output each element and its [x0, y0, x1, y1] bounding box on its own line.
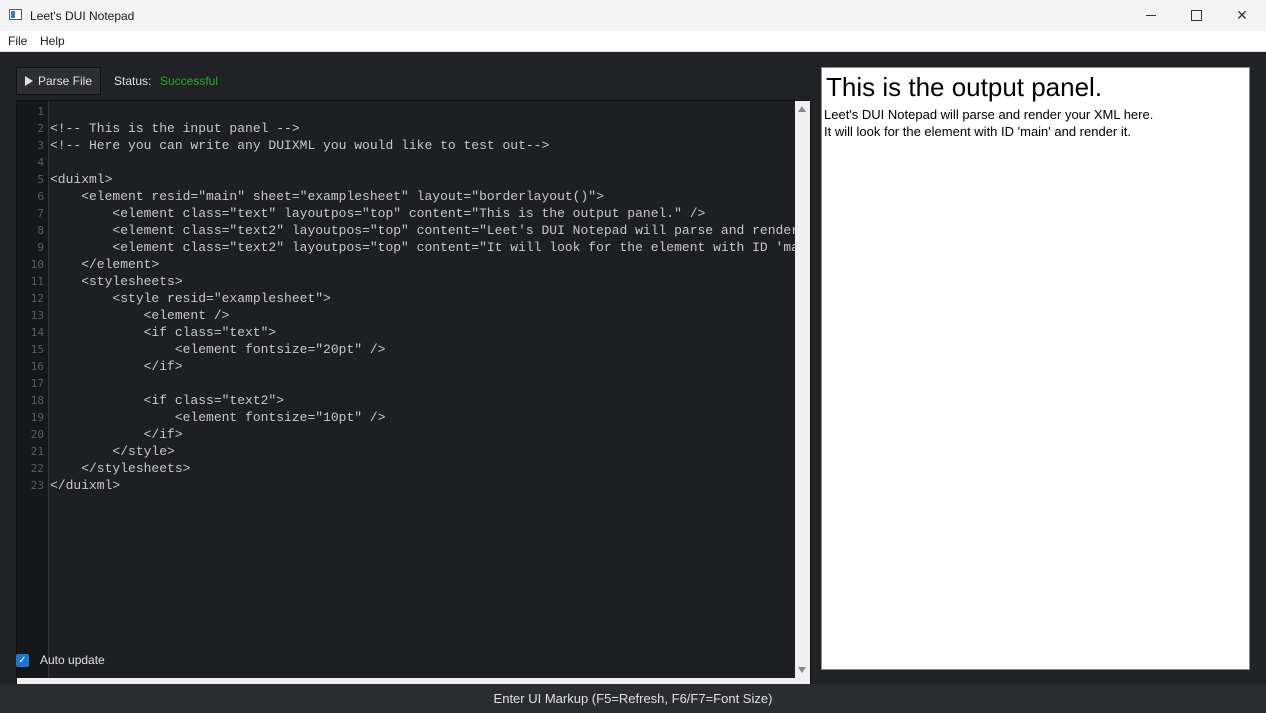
code-line: <element fontsize="10pt" /> — [50, 410, 386, 425]
code-line: </duixml> — [50, 478, 121, 493]
minimize-button[interactable] — [1128, 0, 1174, 31]
maximize-icon — [1190, 10, 1202, 21]
input-editor[interactable]: 1 2 3 4 5 6 7 8 9 10 11 12 13 14 15 16 17 18 19 20 21 22 23 <!… — [16, 100, 811, 693]
status-label: Status: — [114, 74, 152, 88]
code-line: <if class="text"> — [50, 325, 277, 340]
parse-file-button[interactable]: Parse File — [16, 67, 101, 95]
line-number: 7 — [37, 207, 44, 220]
scroll-down-icon[interactable] — [798, 667, 806, 673]
code-line: </style> — [50, 444, 175, 459]
code-line: </if> — [50, 427, 183, 442]
scroll-up-icon[interactable] — [798, 106, 806, 112]
code-line: <!-- Here you can write any DUIXML you w… — [50, 138, 550, 153]
output-panel: This is the output panel. Leet's DUI Not… — [821, 67, 1250, 670]
code-line: <element class="text" layoutpos="top" co… — [50, 206, 706, 221]
line-number: 22 — [30, 462, 44, 475]
status-value: Successful — [160, 74, 219, 88]
line-number: 9 — [37, 241, 44, 254]
line-number: 5 — [37, 173, 44, 186]
parse-file-label: Parse File — [38, 74, 93, 88]
close-button[interactable]: ✕ — [1219, 0, 1265, 31]
line-number-gutter: 1 2 3 4 5 6 7 8 9 10 11 12 13 14 15 16 17 18 19 20 21 22 23 — [17, 101, 49, 678]
line-number: 4 — [37, 156, 44, 169]
code-line: <element class="text2" layoutpos="top" c… — [112, 223, 795, 238]
maximize-button[interactable] — [1173, 0, 1219, 31]
vertical-scrollbar[interactable] — [795, 101, 810, 678]
menu-bar: File Help — [0, 31, 1266, 52]
output-line-2: It will look for the element with ID 'ma… — [824, 124, 1131, 139]
code-line: <style resid="examplesheet"> — [50, 291, 331, 306]
menu-help[interactable]: Help — [40, 34, 65, 48]
app-icon — [9, 9, 22, 20]
code-line: </stylesheets> — [50, 461, 191, 476]
main-area: Parse File Status: Successful 1234567891… — [0, 52, 1266, 693]
output-title: This is the output panel. — [826, 72, 1103, 102]
window-title: Leet's DUI Notepad — [30, 9, 135, 23]
line-number: 17 — [30, 377, 44, 390]
line-number: 2 — [37, 122, 44, 135]
line-number: 12 — [30, 292, 44, 305]
line-number: 6 — [37, 190, 44, 203]
line-number: 1 — [37, 105, 44, 118]
code-line: </element> — [50, 257, 160, 272]
line-number: 16 — [30, 360, 44, 373]
line-number: 8 — [37, 224, 44, 237]
close-icon: ✕ — [1236, 7, 1248, 24]
line-number: 13 — [30, 309, 44, 322]
code-line: </if> — [50, 359, 183, 374]
code-line: <duixml> — [50, 172, 113, 187]
line-number: 20 — [30, 428, 44, 441]
checkmark-icon: ✓ — [18, 654, 27, 666]
status-bar: Enter UI Markup (F5=Refresh, F6/F7=Font … — [0, 684, 1266, 713]
code-line: <element /> — [50, 308, 230, 323]
line-number: 23 — [30, 479, 44, 492]
code-text-area[interactable]: <!-- This is the input panel --> <!-- Her… — [50, 101, 795, 678]
auto-update-checkbox[interactable]: ✓ — [16, 654, 29, 667]
code-line: <element class="text2" layoutpos="top" c… — [112, 240, 795, 255]
menu-file[interactable]: File — [8, 34, 27, 48]
line-number: 18 — [30, 394, 44, 407]
status-bar-text: Enter UI Markup (F5=Refresh, F6/F7=Font … — [493, 691, 773, 706]
code-line: <!-- This is the input panel --> — [50, 121, 300, 136]
minimize-icon — [1146, 15, 1156, 16]
code-line: <element fontsize="20pt" /> — [50, 342, 386, 357]
play-icon — [25, 76, 33, 86]
line-number: 15 — [30, 343, 44, 356]
title-bar: Leet's DUI Notepad ✕ — [0, 0, 1266, 31]
auto-update-label[interactable]: Auto update — [40, 653, 105, 667]
line-number: 11 — [30, 275, 44, 288]
line-number: 3 — [37, 139, 44, 152]
line-number: 14 — [30, 326, 44, 339]
code-line: <element resid="main" sheet="exampleshee… — [50, 189, 604, 204]
code-line: <stylesheets> — [50, 274, 183, 289]
output-line-1: Leet's DUI Notepad will parse and render… — [824, 107, 1154, 122]
line-number: 10 — [30, 258, 44, 271]
code-line: <if class="text2"> — [50, 393, 285, 408]
line-number: 21 — [30, 445, 44, 458]
line-number: 19 — [30, 411, 44, 424]
